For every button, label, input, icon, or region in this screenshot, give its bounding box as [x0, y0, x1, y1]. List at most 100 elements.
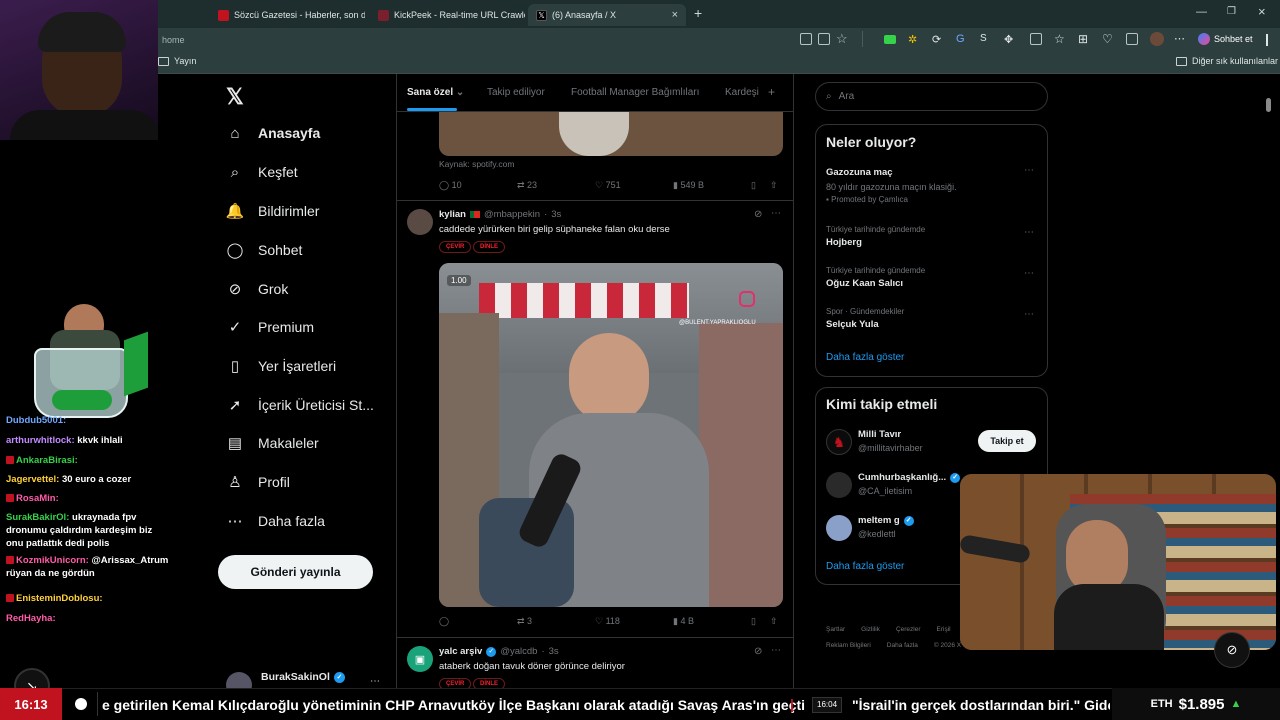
extension-green-icon[interactable] — [884, 35, 896, 44]
account-more-icon[interactable]: ⋯ — [370, 676, 380, 687]
sidebar-item-chat[interactable]: ◯ Sohbet — [226, 241, 303, 259]
browser-tab-sozcu[interactable]: Sözcü Gazetesi - Haberler, son da × — [210, 4, 365, 26]
author-name[interactable]: kylian — [439, 209, 466, 220]
like-button[interactable]: ♡ 751 — [595, 180, 673, 191]
post-more-icon[interactable]: ⋯ — [771, 645, 781, 656]
collections-icon[interactable]: ⊞ — [1078, 32, 1088, 46]
bookmark-icon[interactable]: ▯ — [751, 180, 756, 191]
listen-button[interactable]: DİNLE — [473, 241, 505, 253]
sidebar-item-profile[interactable]: ♙ Profil — [226, 473, 290, 491]
footer-link[interactable]: Şartlar — [826, 626, 845, 633]
extension-star-icon[interactable]: ✲ — [908, 33, 917, 46]
new-tab-icon[interactable]: + — [694, 5, 702, 21]
bookmark-icon[interactable]: ▯ — [751, 616, 756, 627]
link-source[interactable]: Kaynak: spotify.com — [439, 159, 514, 169]
views-button[interactable]: ▮ 4 B — [673, 616, 751, 627]
post-media-image[interactable] — [439, 112, 783, 156]
views-button[interactable]: ▮ 549 B — [673, 180, 751, 191]
trend-item[interactable]: Türkiye tarihinde gündemde Oğuz Kaan Sal… — [826, 266, 925, 289]
author-name[interactable]: yalc arşiv — [439, 646, 482, 657]
follow-suggestion[interactable]: Milli Tavır @millitavirhaber — [858, 429, 923, 453]
favorites-icon[interactable]: ☆ — [1054, 32, 1065, 46]
post-time[interactable]: 3s — [549, 646, 559, 657]
split-screen-icon[interactable] — [1030, 33, 1042, 45]
grid-icon[interactable] — [800, 33, 812, 45]
like-button[interactable]: ♡ 118 — [595, 616, 673, 627]
tab-takip-ediliyor[interactable]: Takip ediliyor — [487, 87, 545, 98]
browser-tab-kickpeek[interactable]: KickPeek - Real-time URL Crawler × — [370, 4, 525, 26]
footer-link[interactable]: Gizlilik — [861, 626, 880, 633]
browser-tab-x[interactable]: 𝕏 (6) Anasayfa / X × — [528, 4, 686, 26]
footer-link[interactable]: Reklam Bilgileri — [826, 642, 871, 649]
tab-football-manager[interactable]: Football Manager Bağımlıları — [571, 87, 699, 98]
sidebar-item-more[interactable]: ⋯ Daha fazla — [226, 512, 325, 530]
repost-button[interactable]: ⇄ 23 — [517, 180, 595, 191]
sidebar-toggle-icon[interactable] — [1266, 34, 1268, 46]
x-logo-icon[interactable]: 𝕏 — [226, 84, 244, 110]
share-icon[interactable]: ⇧ — [770, 180, 778, 191]
trend-more-icon[interactable]: ⋯ — [1024, 227, 1034, 238]
repost-button[interactable]: ⇄ 3 — [517, 616, 595, 627]
extensions-puzzle-icon[interactable]: ✥ — [1004, 33, 1013, 46]
share-icon[interactable]: ⇧ — [770, 616, 778, 627]
avatar[interactable] — [407, 209, 433, 235]
sidebar-item-bookmark[interactable]: ▯ Yer İşaretleri — [226, 357, 336, 375]
close-window-icon[interactable]: × — [1258, 4, 1266, 19]
avatar[interactable]: ▣ — [407, 646, 433, 672]
sidebar-item-bell[interactable]: 🔔 Bildirimler — [226, 202, 320, 220]
grok-icon[interactable]: ⊘ — [754, 209, 762, 220]
footer-link[interactable]: Erişil — [937, 626, 951, 633]
avatar[interactable]: ♞ — [826, 429, 852, 455]
sidebar-item-home[interactable]: ⌂ Anasayfa — [226, 124, 320, 142]
tab-sana-ozel[interactable]: Sana özel ⌄ — [407, 87, 464, 98]
add-tab-icon[interactable]: + — [768, 85, 775, 99]
sidebar-item-premium[interactable]: ✓ Premium — [226, 318, 314, 336]
trend-item[interactable]: Türkiye tarihinde gündemde Hojberg — [826, 225, 925, 248]
follow-suggestion[interactable]: meltem g ✓ @kedlettl — [858, 515, 914, 539]
show-more-trends-link[interactable]: Daha fazla göster — [826, 352, 904, 363]
post-button[interactable]: Gönderi yayınla — [218, 555, 373, 589]
extension-loop-icon[interactable]: ⟳ — [932, 33, 941, 46]
extension-translate-icon[interactable]: G — [956, 33, 965, 45]
author-handle[interactable]: @yalcdb — [500, 646, 537, 657]
screenshot-icon[interactable] — [1126, 33, 1138, 45]
trend-more-icon[interactable]: ⋯ — [1024, 165, 1034, 176]
scrollbar-thumb[interactable] — [1266, 98, 1271, 112]
follow-button[interactable]: Takip et — [978, 430, 1036, 452]
sidebar-item-search[interactable]: ⌕ Keşfet — [226, 163, 298, 181]
search-input[interactable]: ⌕ Ara — [815, 82, 1048, 111]
copilot-chat-button[interactable]: Sohbet et — [1198, 33, 1253, 45]
show-more-follow-link[interactable]: Daha fazla göster — [826, 561, 904, 572]
bookmark-other-favorites[interactable]: Diğer sık kullanılanlar — [1176, 56, 1278, 66]
maximize-icon[interactable]: ❐ — [1227, 6, 1236, 17]
favorite-star-icon[interactable]: ☆ — [836, 31, 848, 47]
bookmark-yayin[interactable]: Yayın — [158, 56, 196, 66]
reply-button[interactable]: ◯ — [439, 616, 517, 627]
trend-item[interactable]: Spor · Gündemdekiler Selçuk Yula — [826, 307, 904, 330]
reply-button[interactable]: ◯ 10 — [439, 180, 517, 191]
translate-button[interactable]: ÇEVİR — [439, 241, 472, 253]
post-time[interactable]: 3s — [551, 209, 561, 220]
grok-icon[interactable]: ⊘ — [754, 646, 762, 657]
trend-more-icon[interactable]: ⋯ — [1024, 309, 1034, 320]
post-video[interactable]: 1.00 @BULENT.YAPRAKLIOGLU — [439, 263, 783, 607]
footer-link[interactable]: Daha fazla — [887, 642, 918, 649]
minimize-icon[interactable]: — — [1196, 6, 1207, 18]
extension-s-icon[interactable]: S — [980, 33, 987, 44]
sidebar-item-article[interactable]: ▤ Makaleler — [226, 434, 319, 452]
more-menu-icon[interactable]: ⋯ — [1174, 32, 1185, 45]
avatar[interactable] — [826, 515, 852, 541]
reader-icon[interactable] — [818, 33, 830, 45]
close-tab-icon[interactable]: × — [672, 9, 678, 21]
health-icon[interactable]: ♡ — [1102, 32, 1113, 46]
grok-floating-icon[interactable]: ⊘ — [1214, 632, 1250, 668]
url-field[interactable]: home — [158, 32, 798, 48]
profile-avatar[interactable] — [1150, 32, 1164, 46]
follow-suggestion[interactable]: Cumhurbaşkanlığ... ✓ @CA_iletisim — [858, 472, 961, 496]
author-handle[interactable]: @mbappekin — [484, 209, 540, 220]
sidebar-item-grok[interactable]: ⊘ Grok — [226, 280, 289, 298]
post-more-icon[interactable]: ⋯ — [771, 208, 781, 219]
sidebar-item-rocket[interactable]: ➚ İçerik Üreticisi St... — [226, 396, 374, 414]
avatar[interactable] — [826, 472, 852, 498]
trend-more-icon[interactable]: ⋯ — [1024, 268, 1034, 279]
